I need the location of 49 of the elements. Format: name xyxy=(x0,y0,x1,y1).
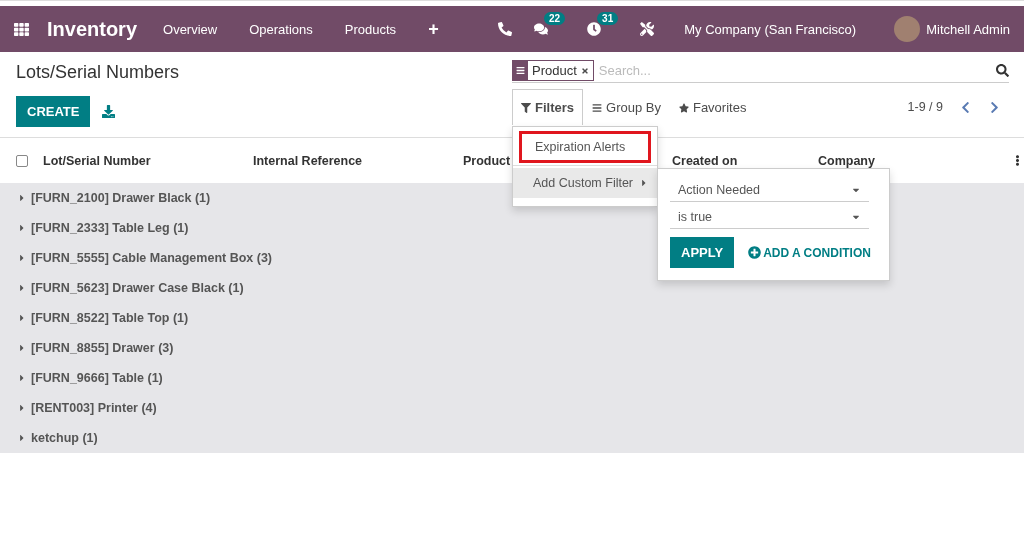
column-header[interactable]: Lot/Serial Number xyxy=(43,153,253,168)
search-facet[interactable]: Product xyxy=(512,60,594,81)
avatar-placeholder xyxy=(894,16,921,42)
download-icon[interactable] xyxy=(102,105,116,118)
search-tab[interactable]: Filters xyxy=(512,89,583,125)
chevron-right-icon[interactable] xyxy=(988,100,1001,114)
filter-option[interactable]: Expiration Alerts xyxy=(519,131,651,163)
count-badge: 22 xyxy=(544,12,566,25)
apps-grid-icon[interactable] xyxy=(14,21,29,37)
column-header[interactable]: Created on xyxy=(672,153,818,168)
group-header[interactable]: ketchup (1) xyxy=(17,431,98,445)
star-icon xyxy=(678,102,689,113)
company-switcher[interactable]: My Company (San Francisco) xyxy=(684,21,857,37)
apply-button[interactable]: APPLY xyxy=(670,237,735,268)
menu-icon xyxy=(592,102,602,113)
group-header[interactable]: [FURN_2333] Table Leg (1) xyxy=(17,221,189,235)
count-badge: 31 xyxy=(597,12,619,25)
group-header[interactable]: [FURN_8855] Drawer (3) xyxy=(17,341,174,355)
add-menu-item[interactable]: + xyxy=(428,18,439,40)
select-all-checkbox[interactable] xyxy=(16,154,28,167)
chat-icon[interactable] xyxy=(534,22,548,36)
chevron-left-icon[interactable] xyxy=(959,100,972,114)
group-header[interactable]: [FURN_5555] Cable Management Box (3) xyxy=(17,251,273,265)
phone-icon[interactable] xyxy=(498,22,512,36)
add-condition-button[interactable]: ADD A CONDITION xyxy=(748,245,871,260)
field-select[interactable]: Action Needed xyxy=(670,179,869,202)
operator-select[interactable]: is true xyxy=(670,206,869,229)
pager-value[interactable]: 1-9 / 9 xyxy=(907,100,943,114)
tools-icon[interactable] xyxy=(640,22,655,36)
filter-icon xyxy=(521,102,531,113)
clock-icon[interactable] xyxy=(587,22,602,36)
nav-menu-item[interactable]: Operations xyxy=(249,21,313,37)
group-header[interactable]: [FURN_2100] Drawer Black (1) xyxy=(17,191,211,205)
column-header[interactable]: Internal Reference xyxy=(253,153,463,168)
create-button[interactable]: CREATE xyxy=(16,96,91,127)
column-header[interactable]: Company xyxy=(818,153,1012,168)
group-header[interactable]: [FURN_8522] Table Top (1) xyxy=(17,311,189,325)
nav-menu-item[interactable]: Products xyxy=(344,21,397,37)
group-header[interactable]: [FURN_5623] Drawer Case Black (1) xyxy=(17,281,244,295)
nav-menu-item[interactable]: Overview xyxy=(163,21,218,37)
app-title: Inventory xyxy=(47,17,138,41)
user-menu[interactable]: Mitchell Admin xyxy=(926,21,1010,37)
add-custom-filter[interactable]: Add Custom Filter xyxy=(513,168,657,198)
breadcrumb-title: Lots/Serial Numbers xyxy=(16,62,181,83)
close-icon[interactable] xyxy=(580,66,589,75)
search-icon[interactable] xyxy=(996,64,1009,77)
group-header[interactable]: [FURN_9666] Table (1) xyxy=(17,371,163,385)
group-header[interactable]: [RENT003] Printer (4) xyxy=(17,401,157,415)
menu-icon xyxy=(513,61,528,80)
